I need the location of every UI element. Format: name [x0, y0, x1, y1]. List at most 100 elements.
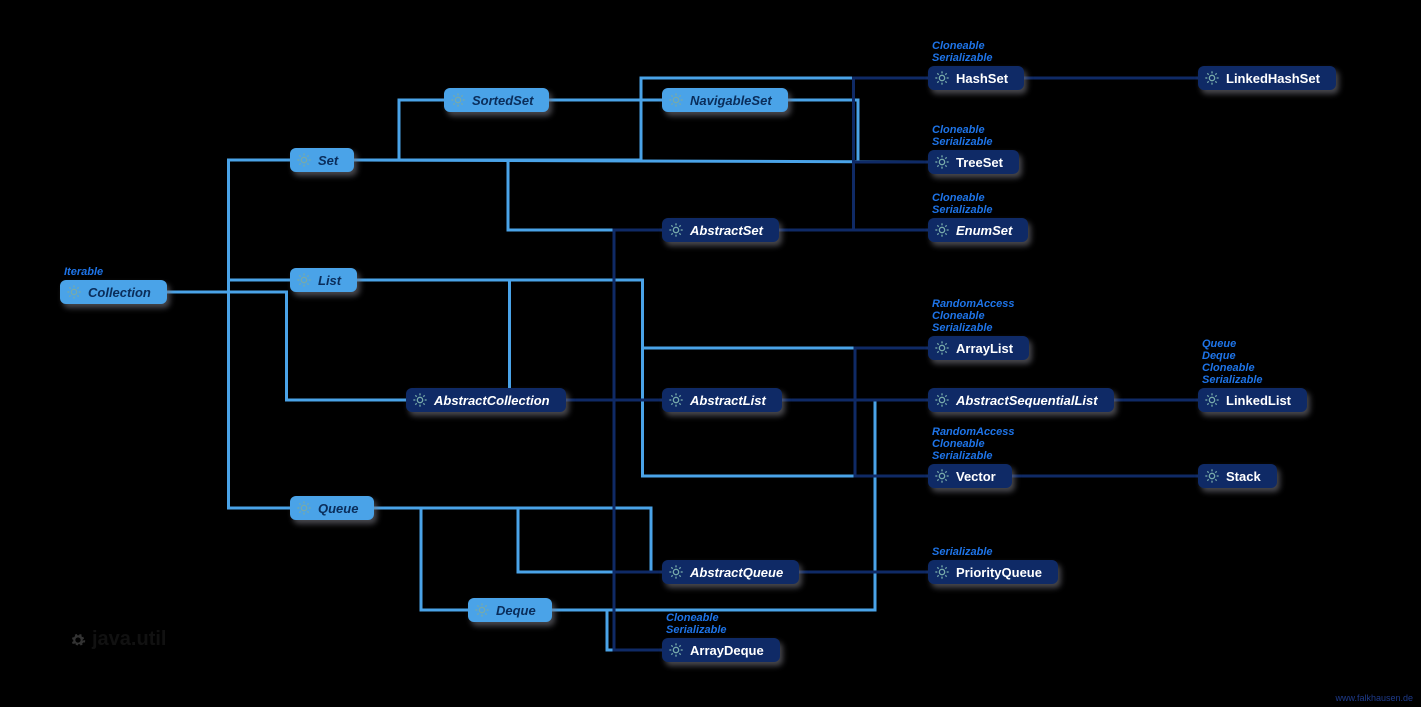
node-name: List	[318, 273, 341, 288]
diagram-canvas: java.util www.falkhausen.de Collection It…	[0, 0, 1421, 707]
gear-icon	[934, 154, 950, 170]
edge-abstractcollection-abstractqueue	[566, 400, 662, 572]
node-name: Queue	[318, 501, 358, 516]
node-sortedset[interactable]: SortedSet	[444, 88, 549, 112]
package-name: java.util	[92, 628, 166, 651]
edge-queue-deque	[374, 508, 468, 610]
gear-icon	[934, 392, 950, 408]
edge-abstractcollection-abstractset	[566, 230, 662, 400]
gear-icon	[66, 284, 82, 300]
node-name: LinkedList	[1226, 393, 1291, 408]
gear-icon	[1204, 70, 1220, 86]
node-stack[interactable]: Stack	[1198, 464, 1277, 488]
gear-icon	[934, 468, 950, 484]
node-abstractset[interactable]: AbstractSet	[662, 218, 779, 242]
node-abstractsequentiallist[interactable]: AbstractSequentialList	[928, 388, 1114, 412]
node-name: TreeSet	[956, 155, 1003, 170]
node-name: EnumSet	[956, 223, 1012, 238]
edge-queue-abstractqueue	[374, 508, 662, 572]
edge-collection-set	[167, 160, 290, 292]
node-enumset[interactable]: EnumSet	[928, 218, 1028, 242]
gear-icon	[70, 629, 86, 651]
gear-icon	[296, 152, 312, 168]
annotation-vector: RandomAccessCloneableSerializable	[932, 426, 1015, 462]
node-linkedhashset[interactable]: LinkedHashSet	[1198, 66, 1336, 90]
edge-queue-priorityqueue	[374, 508, 928, 572]
node-name: HashSet	[956, 71, 1008, 86]
gear-icon	[668, 642, 684, 658]
annotation-arraydeque: CloneableSerializable	[666, 612, 727, 636]
gear-icon	[668, 392, 684, 408]
node-navigableset[interactable]: NavigableSet	[662, 88, 788, 112]
edge-abstractset-treeset	[779, 162, 928, 230]
annotation-linkedlist: Queue Deque CloneableSerializable	[1202, 338, 1263, 386]
edge-abstractcollection-arraydeque	[566, 400, 662, 650]
edge-list-abstractlist	[357, 280, 662, 400]
node-arraydeque[interactable]: ArrayDeque	[662, 638, 780, 662]
gear-icon	[934, 340, 950, 356]
edge-abstractlist-vector	[782, 400, 928, 476]
node-deque[interactable]: Deque	[468, 598, 552, 622]
gear-icon	[668, 222, 684, 238]
node-vector[interactable]: Vector	[928, 464, 1012, 488]
edge-abstractset-hashset	[779, 78, 928, 230]
edge-list-vector	[357, 280, 928, 476]
node-hashset[interactable]: HashSet	[928, 66, 1024, 90]
edge-deque-linkedlist	[552, 400, 1198, 610]
annotation-hashset: CloneableSerializable	[932, 40, 993, 64]
node-name: Collection	[88, 285, 151, 300]
gear-icon	[296, 500, 312, 516]
node-set[interactable]: Set	[290, 148, 354, 172]
annotation-enumset: CloneableSerializable	[932, 192, 993, 216]
gear-icon	[474, 602, 490, 618]
edge-list-arraylist	[357, 280, 928, 348]
node-collection[interactable]: Collection	[60, 280, 167, 304]
gear-icon	[296, 272, 312, 288]
node-abstractqueue[interactable]: AbstractQueue	[662, 560, 799, 584]
annotation-collection: Iterable	[64, 266, 103, 278]
node-treeset[interactable]: TreeSet	[928, 150, 1019, 174]
gear-icon	[1204, 468, 1220, 484]
node-abstractlist[interactable]: AbstractList	[662, 388, 782, 412]
package-label: java.util	[70, 628, 166, 651]
gear-icon	[934, 222, 950, 238]
node-name: NavigableSet	[690, 93, 772, 108]
edge-collection-abstractcollection	[167, 292, 406, 400]
annotation-priorityqueue: Serializable	[932, 546, 993, 558]
edge-set-sortedset	[354, 100, 444, 160]
edge-set-treeset	[354, 160, 928, 162]
edge-deque-arraydeque	[552, 610, 662, 650]
edge-set-hashset	[354, 78, 928, 160]
annotation-treeset: CloneableSerializable	[932, 124, 993, 148]
gear-icon	[450, 92, 466, 108]
node-name: AbstractCollection	[434, 393, 550, 408]
annotation-arraylist: RandomAccessCloneableSerializable	[932, 298, 1015, 334]
gear-icon	[668, 564, 684, 580]
edge-collection-queue	[167, 292, 290, 508]
gear-icon	[412, 392, 428, 408]
edge-abstractlist-arraylist	[782, 348, 928, 400]
gear-icon	[934, 70, 950, 86]
node-list[interactable]: List	[290, 268, 357, 292]
node-name: Stack	[1226, 469, 1261, 484]
node-name: SortedSet	[472, 93, 533, 108]
node-name: Vector	[956, 469, 996, 484]
node-abstractcollection[interactable]: AbstractCollection	[406, 388, 566, 412]
edge-navigableset-treeset	[788, 100, 928, 162]
node-name: ArrayList	[956, 341, 1013, 356]
node-name: ArrayDeque	[690, 643, 764, 658]
node-name: LinkedHashSet	[1226, 71, 1320, 86]
node-queue[interactable]: Queue	[290, 496, 374, 520]
credit-link[interactable]: www.falkhausen.de	[1335, 693, 1413, 703]
node-name: Deque	[496, 603, 536, 618]
node-name: PriorityQueue	[956, 565, 1042, 580]
gear-icon	[934, 564, 950, 580]
node-priorityqueue[interactable]: PriorityQueue	[928, 560, 1058, 584]
node-name: AbstractQueue	[690, 565, 783, 580]
node-name: AbstractList	[690, 393, 766, 408]
node-linkedlist[interactable]: LinkedList	[1198, 388, 1307, 412]
node-arraylist[interactable]: ArrayList	[928, 336, 1029, 360]
node-name: AbstractSet	[690, 223, 763, 238]
edge-collection-list	[167, 280, 290, 292]
node-name: AbstractSequentialList	[956, 393, 1098, 408]
